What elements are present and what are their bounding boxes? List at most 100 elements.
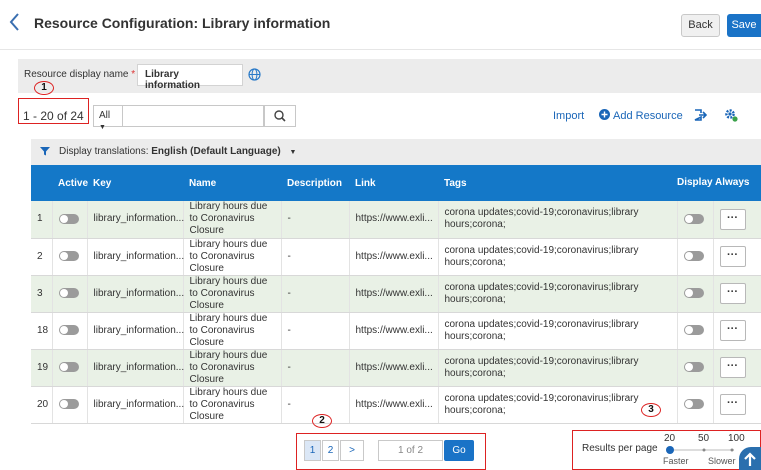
resource-name-label: Resource display name *	[24, 69, 136, 80]
row-description: -	[281, 201, 350, 239]
col-active[interactable]: Active	[52, 165, 88, 201]
rpp-option-20[interactable]: 20	[664, 433, 675, 444]
row-link[interactable]: https://www.exli...	[349, 238, 439, 276]
row-tags: corona updates;covid-19;coronavirus;libr…	[438, 349, 678, 387]
col-name[interactable]: Name	[183, 165, 281, 201]
filter-select[interactable]: All ▼	[93, 105, 123, 131]
caret-down-icon: ▼	[99, 124, 106, 131]
table-row[interactable]: 19 library_information... Library hours …	[31, 349, 761, 387]
results-per-page-label: Results per page	[582, 443, 658, 454]
callout-3: 3	[641, 403, 661, 417]
row-actions-button[interactable]: ···	[719, 246, 746, 267]
table-row[interactable]: 2 library_information... Library hours d…	[31, 238, 761, 276]
row-name: Library hours due to Coronavirus Closure	[183, 238, 282, 276]
row-link[interactable]: https://www.exli...	[349, 275, 439, 313]
row-description: -	[281, 312, 350, 350]
callout-1: 1	[34, 81, 54, 95]
row-key: library_information...	[87, 349, 184, 387]
display-always-toggle[interactable]	[683, 324, 704, 335]
row-number: 2	[31, 238, 53, 276]
search-button[interactable]	[264, 105, 296, 127]
caret-down-icon: ▼	[289, 149, 297, 156]
export-icon[interactable]	[693, 108, 708, 122]
import-link[interactable]: Import	[553, 110, 584, 122]
search-input[interactable]	[123, 105, 264, 127]
results-per-page-slider[interactable]	[666, 445, 736, 455]
filter-funnel-icon[interactable]	[40, 146, 50, 156]
active-toggle[interactable]	[58, 398, 79, 409]
resources-table: Active Key Name Description Link Tags Di…	[31, 165, 761, 424]
active-toggle[interactable]	[58, 213, 79, 224]
row-tags: corona updates;covid-19;coronavirus;libr…	[438, 238, 678, 276]
faster-label: Faster	[663, 456, 689, 466]
row-number: 19	[31, 349, 53, 387]
col-num	[31, 165, 52, 201]
active-toggle[interactable]	[58, 250, 79, 261]
col-display-always[interactable]: Display Always	[677, 165, 761, 201]
page-title: Resource Configuration: Library informat…	[34, 15, 331, 31]
row-number: 20	[31, 386, 53, 424]
rpp-option-100[interactable]: 100	[728, 433, 745, 444]
row-description: -	[281, 275, 350, 313]
row-tags: corona updates;covid-19;coronavirus;libr…	[438, 201, 678, 239]
row-name: Library hours due to Coronavirus Closure	[183, 275, 282, 313]
required-mark: *	[131, 69, 136, 80]
display-always-toggle[interactable]	[683, 250, 704, 261]
display-always-toggle[interactable]	[683, 398, 704, 409]
row-actions-button[interactable]: ···	[719, 208, 746, 230]
save-button[interactable]: Save	[727, 14, 761, 37]
display-always-toggle[interactable]	[683, 287, 704, 298]
row-key: library_information...	[87, 238, 184, 276]
row-link[interactable]: https://www.exli...	[349, 201, 439, 239]
table-row[interactable]: 3 library_information... Library hours d…	[31, 275, 761, 313]
active-toggle[interactable]	[58, 324, 79, 335]
page-1-button[interactable]: 1	[304, 440, 321, 461]
row-actions-button[interactable]: ···	[719, 357, 746, 378]
row-link[interactable]: https://www.exli...	[349, 312, 439, 350]
next-page-button[interactable]: >	[340, 440, 364, 461]
globe-icon[interactable]	[248, 68, 261, 81]
back-chevron-icon[interactable]	[8, 12, 30, 38]
go-button[interactable]: Go	[444, 440, 474, 461]
row-link[interactable]: https://www.exli...	[349, 386, 439, 424]
row-tags: corona updates;covid-19;coronavirus;libr…	[438, 312, 678, 350]
row-name: Library hours due to Coronavirus Closure	[183, 349, 282, 387]
translations-selector[interactable]: Display translations: English (Default L…	[59, 146, 296, 157]
col-link[interactable]: Link	[349, 165, 438, 201]
row-actions-button[interactable]: ···	[719, 394, 746, 415]
active-toggle[interactable]	[58, 287, 79, 298]
row-key: library_information...	[87, 201, 184, 239]
slower-label: Slower	[708, 456, 736, 466]
row-name: Library hours due to Coronavirus Closure	[183, 201, 282, 239]
table-row[interactable]: 1 library_information... Library hours d…	[31, 201, 761, 239]
row-key: library_information...	[87, 386, 184, 424]
page-jump-input[interactable]: 1 of 2	[378, 440, 443, 461]
table-row[interactable]: 18 library_information... Library hours …	[31, 312, 761, 350]
row-number: 18	[31, 312, 53, 350]
page-2-button[interactable]: 2	[322, 440, 339, 461]
display-always-toggle[interactable]	[683, 213, 704, 224]
row-actions-button[interactable]: ···	[719, 283, 746, 304]
row-number: 3	[31, 275, 53, 313]
row-number: 1	[31, 201, 53, 239]
settings-gear-icon[interactable]	[724, 108, 738, 122]
table-header-row: Active Key Name Description Link Tags Di…	[31, 165, 761, 201]
col-tags[interactable]: Tags	[438, 165, 677, 201]
row-name: Library hours due to Coronavirus Closure	[183, 386, 282, 424]
back-button[interactable]: Back	[681, 14, 720, 37]
col-key[interactable]: Key	[87, 165, 183, 201]
scroll-to-top-button[interactable]	[739, 447, 761, 470]
result-count: 1 - 20 of 24	[23, 109, 84, 123]
active-toggle[interactable]	[58, 361, 79, 372]
add-circle-icon[interactable]	[599, 109, 610, 120]
row-key: library_information...	[87, 312, 184, 350]
display-always-toggle[interactable]	[683, 361, 704, 372]
rpp-option-50[interactable]: 50	[698, 433, 709, 444]
resource-name-input[interactable]: Library information	[137, 64, 243, 91]
row-description: -	[281, 349, 350, 387]
col-description[interactable]: Description	[281, 165, 349, 201]
row-link[interactable]: https://www.exli...	[349, 349, 439, 387]
row-actions-button[interactable]: ···	[719, 320, 746, 341]
chevron-right-icon: >	[349, 445, 355, 456]
add-resource-link[interactable]: Add Resource	[613, 110, 683, 122]
